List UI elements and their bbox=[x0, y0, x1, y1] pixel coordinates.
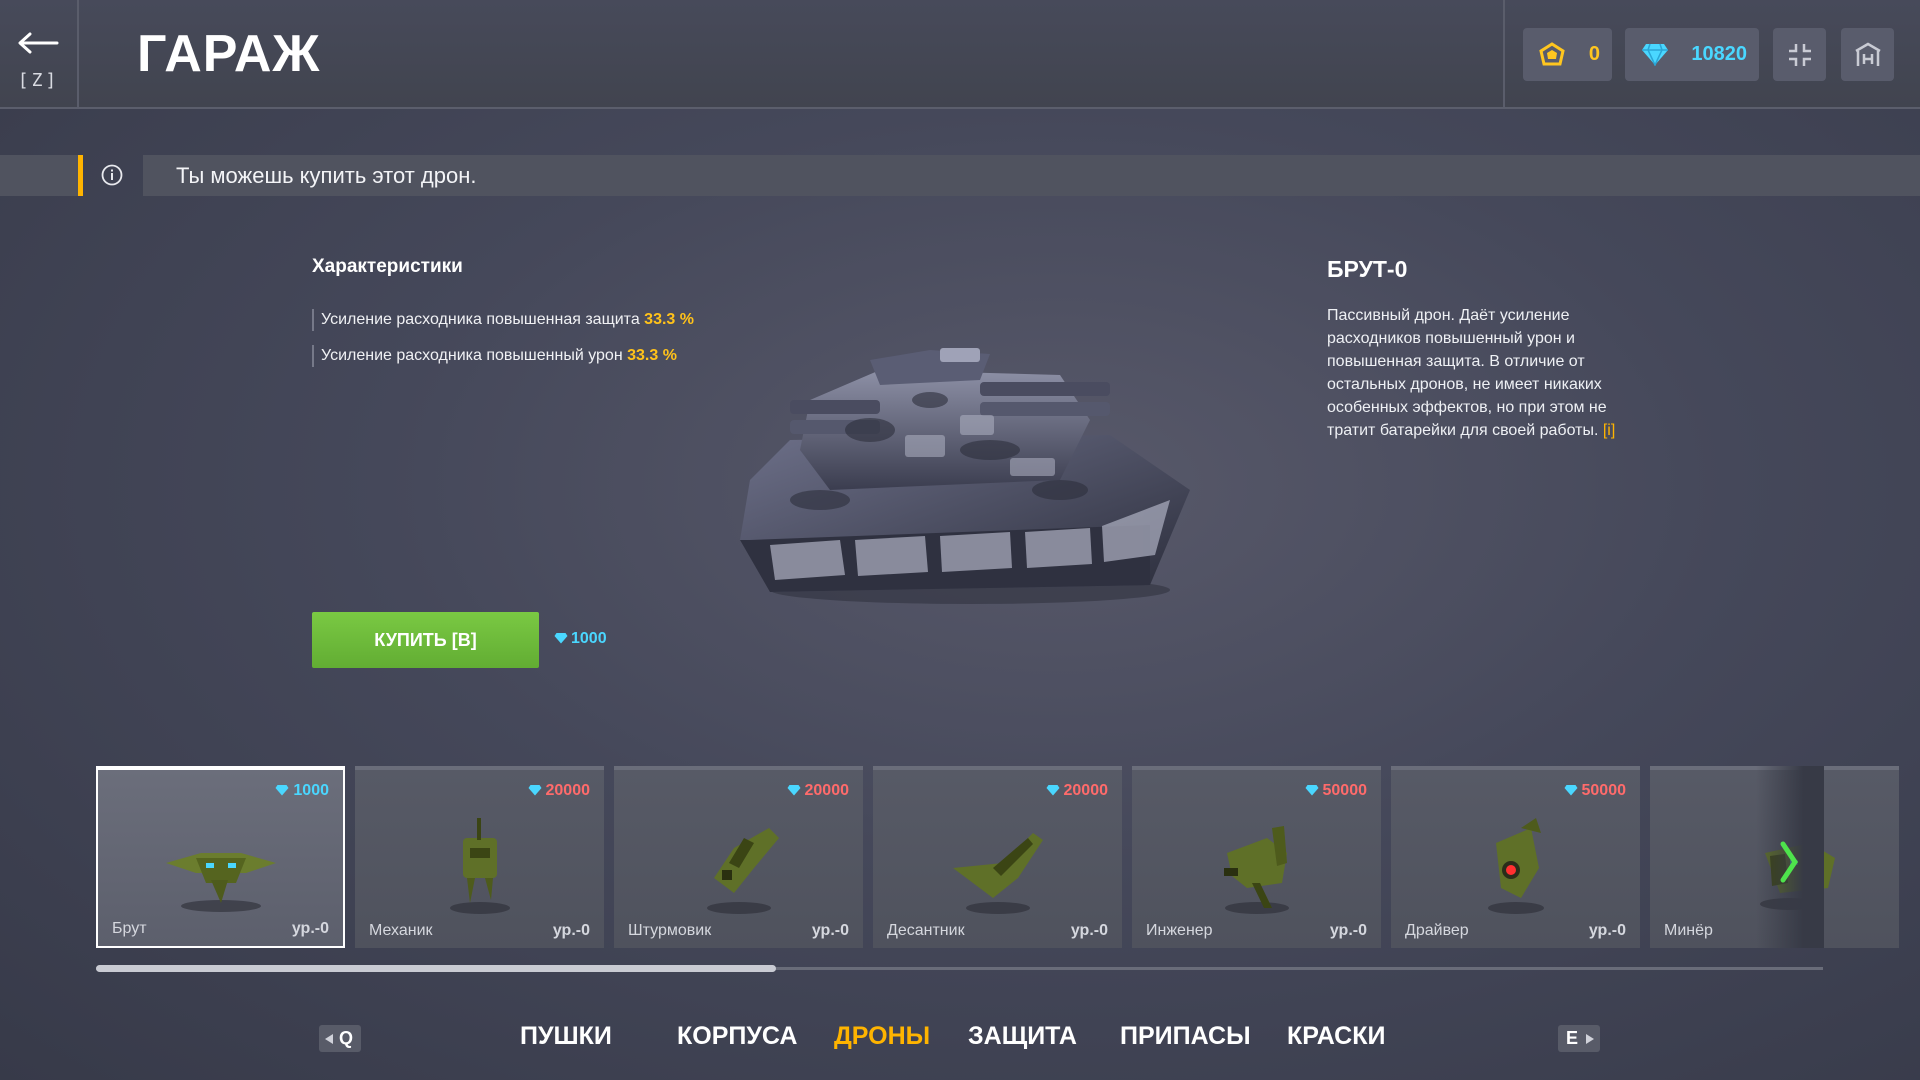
drone-price-value: 50000 bbox=[1322, 782, 1368, 799]
tab-drones[interactable]: ДРОНЫ bbox=[834, 1022, 930, 1051]
drone-level: ур.-0 bbox=[1070, 922, 1108, 939]
tab-hulls[interactable]: КОРПУСА bbox=[677, 1022, 797, 1051]
top-bar: [Z] ГАРАЖ 0 10820 bbox=[0, 0, 1920, 109]
drone-card[interactable]: 1000 Брут ур.-0 bbox=[96, 766, 345, 948]
buy-price-value: 1000 bbox=[571, 630, 607, 647]
drone-price: 20000 bbox=[528, 782, 591, 800]
drone-image bbox=[156, 808, 286, 918]
drone-price-value: 20000 bbox=[545, 782, 591, 799]
stat-value: 33.3 % bbox=[627, 347, 677, 364]
prev-tab-key-label: Q bbox=[338, 1028, 353, 1048]
diamond-icon bbox=[787, 785, 800, 796]
drone-name: Минёр bbox=[1664, 922, 1713, 939]
item-description: Пассивный дрон. Даёт усиление расходнико… bbox=[1327, 304, 1627, 442]
diamond-icon bbox=[1305, 785, 1318, 796]
drone-image bbox=[1451, 808, 1581, 918]
buy-price: 1000 bbox=[554, 630, 607, 648]
home-button[interactable] bbox=[1841, 28, 1894, 81]
stats-title: Характеристики bbox=[312, 256, 463, 277]
info-icon bbox=[101, 164, 123, 186]
page-title: ГАРАЖ bbox=[137, 25, 321, 83]
crystals-counter[interactable]: 0 bbox=[1523, 28, 1612, 81]
drone-price: 1000 bbox=[275, 782, 329, 800]
prev-tab-key[interactable]: Q bbox=[319, 1025, 361, 1052]
drone-card[interactable]: 50000 Драйвер ур.-0 bbox=[1391, 766, 1640, 948]
drone-image bbox=[933, 808, 1063, 918]
stat-value: 33.3 % bbox=[644, 311, 694, 328]
back-hotkey: [Z] bbox=[17, 70, 60, 91]
drone-card[interactable]: 50000 Инженер ур.-0 bbox=[1132, 766, 1381, 948]
tab-paints[interactable]: КРАСКИ bbox=[1287, 1022, 1385, 1051]
drone-card[interactable]: 20000 Десантник ур.-0 bbox=[873, 766, 1122, 948]
drone-price: 20000 bbox=[1046, 782, 1109, 800]
drone-name: Брут bbox=[112, 920, 147, 937]
diamond-icon bbox=[275, 785, 289, 796]
arrow-left-icon bbox=[18, 32, 59, 54]
drone-level: ур.-0 bbox=[1588, 922, 1626, 939]
drone-name: Инженер bbox=[1146, 922, 1213, 939]
drone-image bbox=[415, 808, 545, 918]
chevron-right-icon[interactable] bbox=[1779, 840, 1799, 884]
tank-preview-image bbox=[740, 348, 1190, 604]
home-icon bbox=[1855, 42, 1881, 66]
drone-image bbox=[1710, 808, 1840, 918]
banner-icon-area bbox=[83, 155, 143, 196]
tab-protection[interactable]: ЗАЩИТА bbox=[968, 1022, 1077, 1051]
next-tab-key[interactable]: E bbox=[1558, 1025, 1600, 1052]
drone-image bbox=[1192, 808, 1322, 918]
drone-carousel: 1000 Брут ур.-0 20000 Механик ур.-0 20000 Штурм… bbox=[96, 758, 1899, 958]
drone-name: Драйвер bbox=[1405, 922, 1469, 939]
diamond-icon bbox=[554, 633, 568, 644]
header-currency-area: 0 10820 bbox=[1503, 0, 1920, 107]
drone-card[interactable]: 20000 Механик ур.-0 bbox=[355, 766, 604, 948]
drone-level: ур.-0 bbox=[291, 920, 329, 937]
drone-level: ур.-0 bbox=[811, 922, 849, 939]
fullscreen-icon bbox=[1789, 44, 1811, 66]
stat-row: Усиление расходника повышенная защита 33… bbox=[312, 309, 694, 331]
info-banner: Ты можешь купить этот дрон. bbox=[143, 155, 1920, 196]
diamonds-counter[interactable]: 10820 bbox=[1625, 28, 1759, 81]
category-tabs: ПУШКИ КОРПУСА ДРОНЫ ЗАЩИТА ПРИПАСЫ КРАСК… bbox=[520, 1022, 1400, 1058]
item-name: БРУТ-0 bbox=[1327, 256, 1408, 282]
crystals-value: 0 bbox=[1588, 43, 1600, 65]
banner-left-block bbox=[0, 155, 78, 196]
wiki-link[interactable]: [i] bbox=[1603, 422, 1615, 439]
drone-price-value: 1000 bbox=[293, 782, 329, 799]
drone-card[interactable]: Минёр bbox=[1650, 766, 1899, 948]
diamond-icon bbox=[528, 785, 541, 796]
item-description-text: Пассивный дрон. Даёт усиление расходнико… bbox=[1327, 307, 1607, 439]
back-button[interactable]: [Z] bbox=[0, 0, 79, 107]
drone-level: ур.-0 bbox=[552, 922, 590, 939]
triangle-left-icon bbox=[325, 1034, 333, 1044]
diamonds-value: 10820 bbox=[1691, 43, 1747, 65]
drone-price-value: 50000 bbox=[1581, 782, 1627, 799]
drone-price: 50000 bbox=[1305, 782, 1368, 800]
drone-name: Механик bbox=[369, 922, 433, 939]
next-tab-key-label: E bbox=[1566, 1028, 1579, 1048]
drone-card[interactable]: 20000 Штурмовик ур.-0 bbox=[614, 766, 863, 948]
tab-supplies[interactable]: ПРИПАСЫ bbox=[1120, 1022, 1251, 1051]
carousel-scroll-thumb[interactable] bbox=[96, 965, 776, 972]
tab-guns[interactable]: ПУШКИ bbox=[520, 1022, 612, 1051]
drone-price: 20000 bbox=[787, 782, 850, 800]
drone-image bbox=[674, 808, 804, 918]
drone-price-value: 20000 bbox=[804, 782, 850, 799]
fullscreen-button[interactable] bbox=[1773, 28, 1826, 81]
drone-level: ур.-0 bbox=[1329, 922, 1367, 939]
buy-button[interactable]: КУПИТЬ [B] bbox=[312, 612, 539, 668]
stat-row: Усиление расходника повышенный урон 33.3… bbox=[312, 345, 677, 367]
crystal-badge-icon bbox=[1539, 42, 1565, 66]
banner-text: Ты можешь купить этот дрон. bbox=[176, 163, 477, 188]
stat-label: Усиление расходника повышенная защита bbox=[321, 311, 640, 328]
diamond-icon bbox=[1046, 785, 1059, 796]
diamond-icon bbox=[1564, 785, 1577, 796]
drone-name: Штурмовик bbox=[628, 922, 712, 939]
drone-price: 50000 bbox=[1564, 782, 1627, 800]
diamond-icon bbox=[1642, 43, 1668, 66]
stat-label: Усиление расходника повышенный урон bbox=[321, 347, 623, 364]
triangle-right-icon bbox=[1586, 1034, 1594, 1044]
drone-price-value: 20000 bbox=[1063, 782, 1109, 799]
drone-name: Десантник bbox=[887, 922, 965, 939]
